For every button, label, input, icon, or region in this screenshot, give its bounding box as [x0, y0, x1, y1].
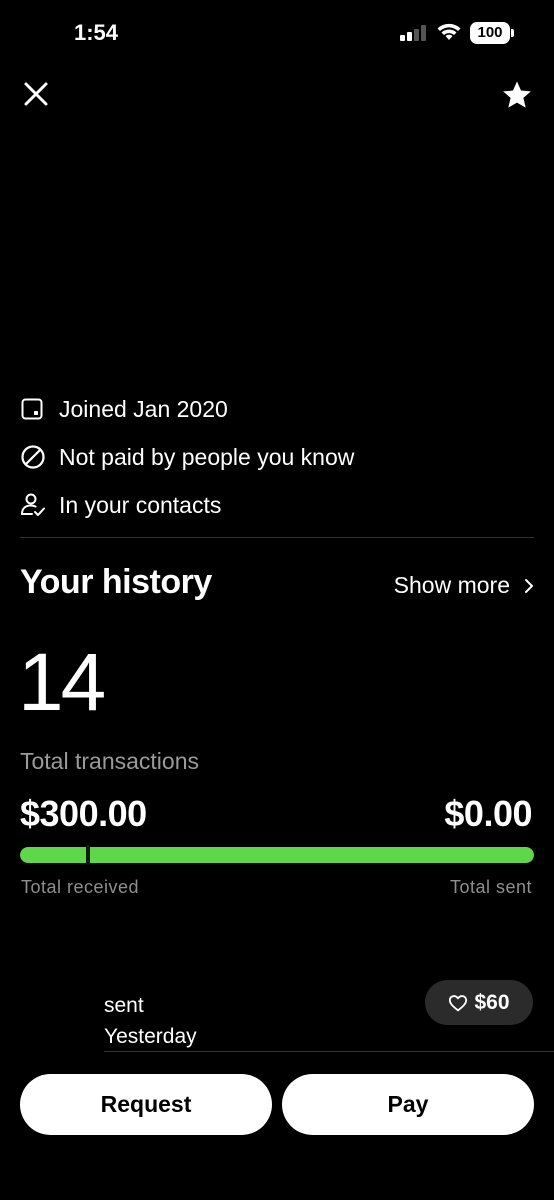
- request-button[interactable]: Request: [20, 1074, 272, 1135]
- battery-tip: [511, 29, 514, 37]
- history-title: Your history: [20, 563, 212, 601]
- favorite-button[interactable]: [500, 78, 534, 112]
- show-more-label: Show more: [393, 572, 510, 598]
- close-button[interactable]: [20, 78, 52, 110]
- joined-date-row: Joined Jan 2020: [20, 385, 354, 433]
- received-bar-fill: [20, 847, 534, 863]
- battery-indicator: 100: [470, 22, 510, 44]
- pay-button[interactable]: Pay: [282, 1074, 534, 1135]
- transaction-count: 14: [18, 637, 106, 728]
- joined-date-text: Joined Jan 2020: [59, 395, 228, 422]
- mutual-payments-text: Not paid by people you know: [59, 443, 355, 470]
- close-icon: [24, 82, 48, 106]
- star-icon: [503, 81, 531, 108]
- received-sent-bar: [20, 847, 534, 863]
- transaction-amount-badge[interactable]: $60: [425, 980, 533, 1025]
- transaction-count-label: Total transactions: [20, 748, 199, 774]
- transaction-date: Yesterday: [104, 1025, 197, 1048]
- calendar-icon: [20, 394, 50, 424]
- show-more-link[interactable]: Show more: [394, 572, 534, 599]
- cellular-signal-icon: [400, 25, 428, 41]
- mutual-payments-row: Not paid by people you know: [20, 433, 354, 481]
- bar-marker: [86, 845, 90, 865]
- profile-info-list: Joined Jan 2020 Not paid by people you k…: [20, 385, 354, 529]
- total-received-amount: $300.00: [20, 793, 147, 834]
- total-received-label: Total received: [21, 877, 140, 897]
- prohibited-icon: [20, 442, 50, 472]
- transaction-amount: $60: [474, 990, 510, 1014]
- status-bar: 1:54 100: [0, 0, 554, 70]
- total-sent-amount: $0.00: [444, 793, 532, 834]
- contacts-text: In your contacts: [59, 491, 222, 518]
- contacts-row: In your contacts: [20, 481, 354, 529]
- chevron-right-icon: [525, 578, 533, 593]
- contact-check-icon: [20, 490, 50, 520]
- heart-icon: [449, 994, 468, 1011]
- total-sent-label: Total sent: [449, 877, 532, 897]
- wifi-icon: [437, 23, 461, 40]
- section-divider: [20, 537, 534, 538]
- transaction-description: sent: [104, 994, 144, 1017]
- status-time: 1:54: [74, 20, 119, 45]
